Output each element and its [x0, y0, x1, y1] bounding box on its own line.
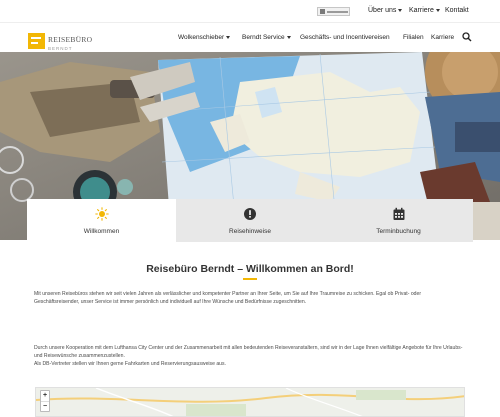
logo-name: REISEBÜRO — [48, 35, 93, 44]
chevron-down-icon — [435, 8, 440, 12]
tab-label: Terminbuchung — [376, 228, 421, 235]
alert-icon — [244, 208, 256, 220]
calendar-icon — [393, 207, 404, 220]
top-link-ueber-uns[interactable]: Über uns — [368, 7, 403, 14]
nav-item-berndt-service[interactable]: Berndt Service — [242, 34, 291, 41]
chevron-down-icon — [286, 35, 291, 39]
nav-item-geschaeftsreisen[interactable]: Geschäfts- und Incentivereisen — [300, 34, 390, 41]
chevron-down-icon — [226, 35, 231, 39]
chevron-down-icon — [398, 8, 403, 12]
intro-paragraph: Mit unseren Reisebüros stehen wir seit v… — [34, 291, 422, 306]
location-map[interactable]: + − — [35, 387, 465, 417]
sun-icon — [94, 207, 109, 221]
tab-reisehinweise[interactable]: Reisehinweise — [176, 199, 324, 242]
nav-item-karriere[interactable]: Karriere — [431, 34, 454, 41]
db-paragraph: Als DB-Vertreter stellen wir Ihnen gerne… — [34, 361, 226, 367]
cooperation-paragraph: Durch unsere Kooperation mit dem Lufthan… — [34, 345, 463, 360]
top-link-karriere[interactable]: Karriere — [409, 7, 440, 14]
brand-logo[interactable]: REISEBÜRO BERNDT — [28, 30, 92, 52]
zoom-out-button[interactable]: − — [41, 401, 49, 411]
tab-label: Willkommen — [83, 228, 120, 235]
zoom-in-button[interactable]: + — [41, 391, 49, 401]
tab-terminbuchung[interactable]: Terminbuchung — [324, 199, 473, 242]
top-link-kontakt[interactable]: Kontakt — [445, 7, 469, 14]
title-underline — [243, 278, 257, 280]
search-icon[interactable] — [462, 32, 472, 42]
nav-item-filialen[interactable]: Filialen — [403, 34, 424, 41]
map-zoom-control: + − — [40, 390, 50, 412]
partner-badge-icon — [317, 7, 350, 16]
logo-subtitle: BERNDT — [48, 46, 73, 51]
logo-mark-icon — [28, 32, 45, 49]
info-tabs: Willkommen Reisehinweise Terminbuchung — [27, 199, 473, 242]
tab-label: Reisehinweise — [229, 228, 271, 235]
page-title: Reisebüro Berndt – Willkommen an Bord! — [146, 263, 354, 275]
tab-willkommen[interactable]: Willkommen — [27, 199, 176, 242]
nav-item-wolkenschieber[interactable]: Wolkenschieber — [178, 34, 231, 41]
main-navigation: REISEBÜRO BERNDT Wolkenschieber Berndt S… — [0, 22, 500, 52]
top-utility-bar: Über uns Karriere Kontakt — [0, 0, 500, 22]
